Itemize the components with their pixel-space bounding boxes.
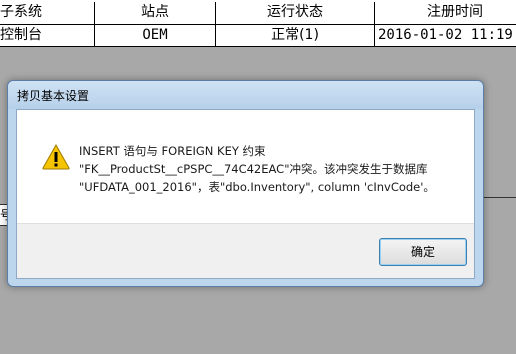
message-line: "FK__ProductSt__cPSPC__74C42EAC"冲突。该冲突发生…: [79, 162, 428, 176]
table-header-row: 子系统 站点 运行状态 注册时间: [0, 2, 516, 24]
cell-register-time: 2016-01-02 11:19:5: [378, 27, 516, 43]
warning-icon: [42, 144, 70, 170]
message-line: "UFDATA_001_2016"，表"dbo.Inventory", colu…: [79, 180, 435, 194]
header-subsystem: 子系统: [0, 4, 42, 20]
column-divider: [374, 2, 375, 46]
message-line: INSERT 语句与 FOREIGN KEY 约束: [79, 144, 266, 158]
cell-status: 正常(1): [271, 27, 319, 43]
header-site: 站点: [141, 4, 169, 20]
header-status: 运行状态: [267, 4, 323, 20]
column-divider: [94, 2, 95, 46]
dialog-message: INSERT 语句与 FOREIGN KEY 约束 "FK__ProductSt…: [79, 142, 435, 196]
ok-button[interactable]: 确定: [379, 238, 467, 266]
dialog-title: 拷贝基本设置: [17, 89, 90, 103]
dialog-footer: 确定: [17, 223, 474, 278]
dialog-body: INSERT 语句与 FOREIGN KEY 约束 "FK__ProductSt…: [16, 109, 475, 279]
background-table: 子系统 站点 运行状态 注册时间 控制台 OEM 正常(1) 2016-01-0…: [0, 0, 516, 47]
table-row[interactable]: 控制台 OEM 正常(1) 2016-01-02 11:19:5: [0, 24, 516, 47]
error-dialog: 拷贝基本设置 INSERT 语句与 FOREIGN KEY 约束 "FK__Pr…: [7, 80, 484, 287]
cell-subsystem: 控制台: [0, 27, 42, 43]
header-register-time: 注册时间: [427, 4, 483, 20]
cell-site: OEM: [142, 27, 168, 43]
dialog-titlebar[interactable]: 拷贝基本设置: [8, 81, 483, 109]
column-divider: [215, 2, 216, 46]
